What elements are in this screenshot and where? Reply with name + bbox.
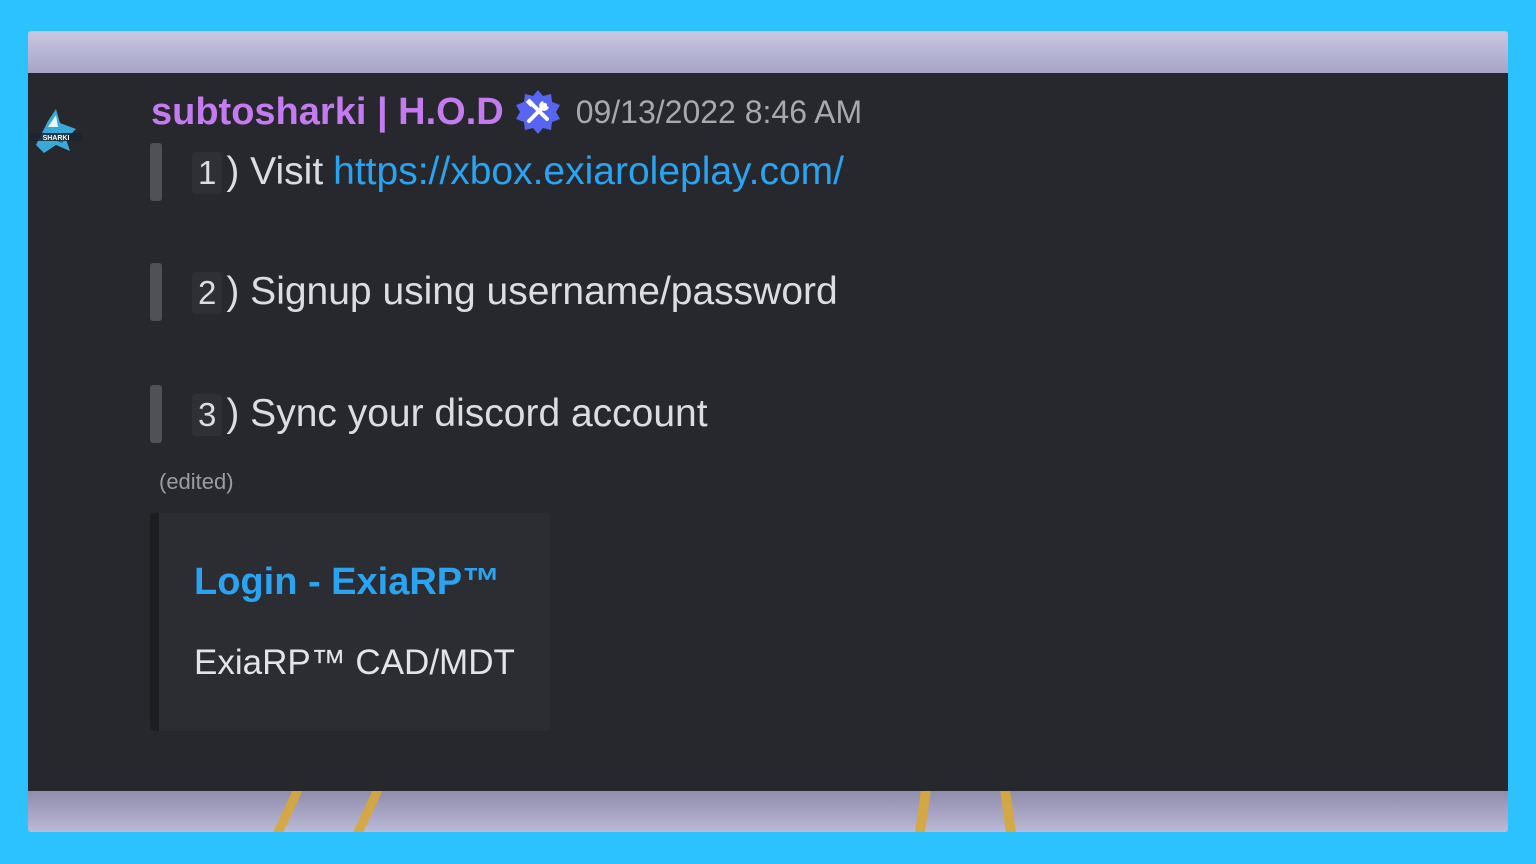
quote-line-3: 3 ) Sync your discord account: [150, 385, 708, 443]
quote-bar: [150, 263, 162, 321]
tools-badge-icon[interactable]: [514, 88, 562, 136]
road-stripe: [273, 790, 303, 832]
shark-avatar-icon[interactable]: SHARKI: [28, 101, 86, 161]
embed-description: ExiaRP™ CAD/MDT: [194, 643, 515, 682]
username[interactable]: subtosharki | H.O.D: [151, 91, 504, 134]
quote-line-2: 2 ) Signup using username/password: [150, 263, 838, 321]
edited-label: (edited): [159, 469, 234, 494]
quote-line-1: 1 ) Visit https://xbox.exiaroleplay.com/: [150, 143, 844, 201]
quote-text: 3 ) Sync your discord account: [192, 392, 708, 436]
quote-bar: [150, 143, 162, 201]
quote-text: 2 ) Signup using username/password: [192, 270, 838, 314]
svg-text:SHARKI: SHARKI: [43, 135, 70, 142]
embed-accent-bar: [150, 513, 159, 731]
step-text: ) Visit: [226, 150, 324, 193]
step-number: 2: [192, 272, 223, 314]
quote-bar: [150, 385, 162, 443]
step-number: 3: [192, 394, 223, 436]
background-road: [28, 790, 1508, 832]
message-header: subtosharki | H.O.D 09/13/2022 8:46 AM: [151, 87, 862, 137]
quote-text: 1 ) Visit https://xbox.exiaroleplay.com/: [192, 150, 844, 194]
screenshot-frame: SHARKI subtosharki | H.O.D 09/13/2022 8:…: [28, 31, 1508, 832]
link-embed: Login - ExiaRP™ ExiaRP™ CAD/MDT: [150, 513, 550, 731]
step-text: ) Signup using username/password: [226, 270, 838, 313]
road-stripe: [353, 790, 383, 832]
road-stripe: [1000, 790, 1016, 832]
step-number: 1: [192, 152, 223, 194]
background-sky: [28, 31, 1508, 73]
road-stripe: [915, 790, 931, 832]
step-text: ) Sync your discord account: [226, 392, 708, 435]
embed-title-link[interactable]: Login - ExiaRP™: [194, 561, 500, 604]
message-timestamp: 09/13/2022 8:46 AM: [575, 93, 863, 130]
message-panel: SHARKI subtosharki | H.O.D 09/13/2022 8:…: [28, 73, 1508, 791]
website-link[interactable]: https://xbox.exiaroleplay.com/: [333, 150, 844, 194]
